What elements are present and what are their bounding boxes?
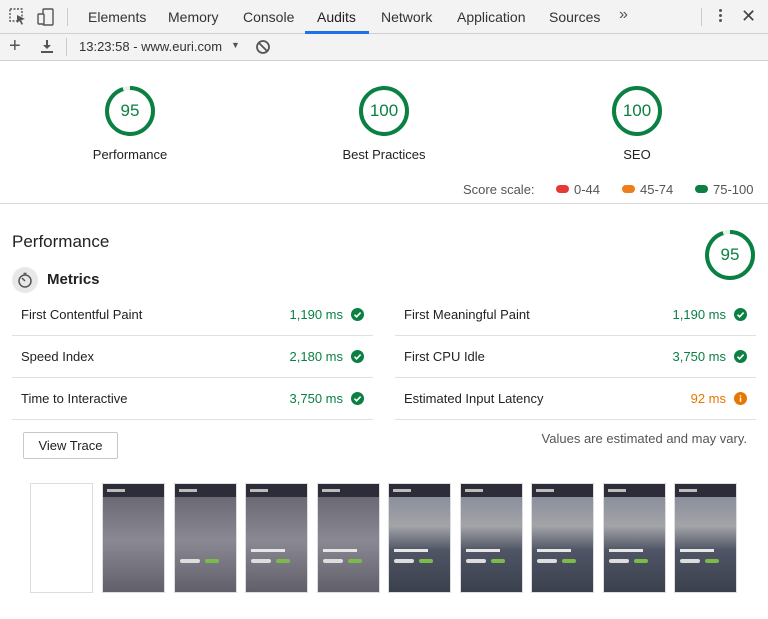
new-audit-icon[interactable]: + [9,35,21,57]
filmstrip-frame [317,483,380,593]
performance-section-gauge: 95 [704,229,756,281]
metric-value: 1,190 ms [289,307,343,322]
metric-row-speed-index: Speed Index 2,180 ms [12,336,373,378]
metric-value: 2,180 ms [289,349,343,364]
filmstrip-frame [531,483,594,593]
chevron-down-icon[interactable]: ▼ [231,40,240,50]
metric-name: Speed Index [21,349,95,364]
toolbar-divider [66,38,67,56]
metric-row-first-meaningful-paint: First Meaningful Paint 1,190 ms [395,294,756,336]
filmstrip-frame [245,483,308,593]
metrics-heading: Metrics [47,271,100,288]
download-report-icon[interactable] [38,38,56,56]
tab-audits[interactable]: Audits [317,0,356,34]
filmstrip-frame [102,483,165,593]
stopwatch-icon [12,267,38,293]
metric-row-estimated-input-latency: Estimated Input Latency 92 ms [395,378,756,420]
pass-check-icon [351,308,364,321]
score-scale-label: Score scale: [463,182,535,197]
metric-value: 3,750 ms [672,349,726,364]
seo-score: 100 [622,101,652,120]
metric-name: Time to Interactive [21,391,128,406]
audits-toolbar: + 13:23:58 - www.euri.com ▼ [0,34,768,61]
performance-section-title: Performance [12,232,110,251]
tab-sources[interactable]: Sources [549,0,600,34]
filmstrip-frame [460,483,523,593]
metric-row-time-to-interactive: Time to Interactive 3,750 ms [12,378,373,420]
metric-name: First CPU Idle [404,349,485,364]
best-practices-score: 100 [369,101,399,120]
score-scale-average-range: 45-74 [640,182,674,197]
metric-name: First Meaningful Paint [404,307,530,322]
performance-score: 95 [120,101,140,120]
seo-gauge[interactable]: 100 [611,85,663,137]
clear-reports-icon[interactable] [255,39,271,55]
pass-check-icon [351,392,364,405]
section-divider [0,203,768,204]
report-session-select[interactable]: 13:23:58 - www.euri.com [79,39,222,54]
tab-network[interactable]: Network [381,0,432,34]
toolbar-divider [701,8,702,26]
performance-gauge-label: Performance [92,147,168,162]
performance-section-score: 95 [720,245,740,264]
tab-application[interactable]: Application [457,0,526,34]
score-scale-pass-swatch [695,185,708,193]
score-scale-fail-swatch [556,185,569,193]
devtools-tabbar: Elements Memory Console Audits Network A… [0,0,768,34]
filmstrip-frame [603,483,666,593]
metric-value: 3,750 ms [289,391,343,406]
filmstrip-frame [174,483,237,593]
metric-name: First Contentful Paint [21,307,143,322]
pass-check-icon [734,308,747,321]
kebab-menu-icon[interactable] [716,7,724,27]
score-scale-average-swatch [622,185,635,193]
filmstrip-frame [674,483,737,593]
best-practices-gauge-label: Best Practices [342,147,426,162]
view-trace-button[interactable]: View Trace [23,432,118,459]
tab-memory[interactable]: Memory [168,0,219,34]
performance-gauge[interactable]: 95 [104,85,156,137]
metric-name: Estimated Input Latency [404,391,544,406]
pass-check-icon [351,350,364,363]
filmstrip-frame [30,483,93,593]
inspect-element-icon[interactable] [9,8,27,26]
estimate-disclaimer: Values are estimated and may vary. [541,431,747,446]
metric-value: 1,190 ms [672,307,726,322]
filmstrip-frame [388,483,451,593]
close-devtools-icon[interactable]: ✕ [741,7,756,25]
average-info-icon [734,392,747,405]
device-toolbar-icon[interactable] [37,8,55,26]
metric-row-first-cpu-idle: First CPU Idle 3,750 ms [395,336,756,378]
best-practices-gauge[interactable]: 100 [358,85,410,137]
metric-value: 92 ms [690,391,726,406]
pass-check-icon [734,350,747,363]
more-tabs-icon[interactable]: » [619,6,628,24]
seo-gauge-label: SEO [623,147,651,162]
metric-row-first-contentful-paint: First Contentful Paint 1,190 ms [12,294,373,336]
toolbar-divider [67,8,68,26]
tab-console[interactable]: Console [243,0,294,34]
score-scale-pass-range: 75-100 [713,182,754,197]
score-scale-fail-range: 0-44 [574,182,601,197]
tab-elements[interactable]: Elements [88,0,146,34]
